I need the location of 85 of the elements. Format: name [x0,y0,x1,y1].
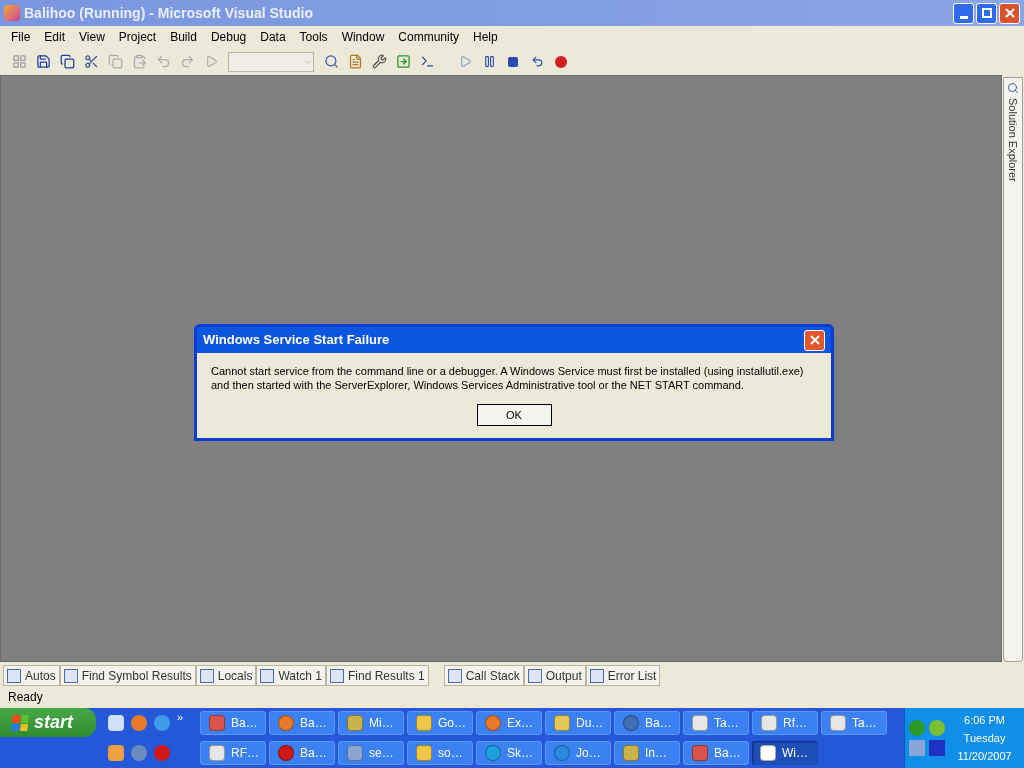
program-icon [347,715,363,731]
search-icon [1007,82,1019,94]
program-icon [623,745,639,761]
program-icon [485,715,501,731]
clock-date: 11/20/2007 [957,749,1012,764]
program-icon [623,715,639,731]
taskbar-button[interactable]: Ba… [683,741,749,765]
windows-flag-icon [11,714,29,731]
taskbar-button[interactable]: RF… [200,741,266,765]
program-icon [416,715,432,731]
taskbar-button[interactable]: Ba… [269,741,335,765]
program-icon [278,715,294,731]
tool-window-tab[interactable]: Output [523,665,586,686]
program-icon [760,745,776,761]
taskbar-button[interactable]: so… [407,741,473,765]
menu-item[interactable]: Data [253,28,293,46]
menu-item[interactable]: Help [466,28,505,46]
program-icon [209,715,225,731]
clock-time: 6:06 PM [964,713,1005,728]
program-icon [416,745,432,761]
chevron-button[interactable]: » [177,708,184,726]
quick-launch-icon[interactable] [131,715,147,731]
tool-window-tab[interactable]: Find Symbol Results [59,665,196,686]
taskbar-button[interactable]: Ba… [200,711,266,735]
quick-launch-icon[interactable] [154,715,170,731]
taskbar-button[interactable]: Rf… [752,711,818,735]
taskbar-button[interactable]: Ba… [269,711,335,735]
close-icon [1004,8,1015,18]
tray-icon[interactable] [929,720,945,736]
menu-item[interactable]: Community [391,28,466,46]
program-icon [692,745,708,761]
taskbar-button[interactable]: In… [614,741,680,765]
start-button[interactable]: start [0,708,96,737]
taskbar-button[interactable]: Mi… [338,711,404,735]
taskbar-button[interactable]: Ta… [821,711,887,735]
taskbar-button[interactable]: Du… [545,711,611,735]
program-icon [761,715,777,731]
ok-button[interactable]: OK [476,404,552,426]
restore-button[interactable] [976,2,997,24]
tool-window-tab[interactable]: Autos [3,665,60,686]
quick-launch-icon[interactable] [108,745,124,761]
app-icon [4,5,20,21]
clock-day: Tuesday [963,729,1006,747]
taskbar-button[interactable]: Ba… [614,711,680,735]
status-text: Ready [8,689,43,706]
tool-window-tab[interactable]: Call Stack [443,665,524,686]
minimize-button[interactable] [953,2,974,24]
menu-item[interactable]: Debug [203,28,254,46]
menu-item[interactable]: Tools [292,28,335,46]
program-icon [347,745,363,761]
tool-window-tab[interactable]: Locals [195,665,257,686]
menu-item[interactable]: Build [163,28,204,46]
taskbar-button[interactable]: se… [338,741,404,765]
menu-item[interactable]: Window [334,28,392,46]
taskbar-button[interactable]: Go… [407,711,473,735]
tool-window-tab[interactable]: Watch 1 [256,665,326,686]
solution-explorer-tab[interactable]: Solution Explorer [1003,77,1023,662]
menu-item[interactable]: File [4,28,38,46]
program-icon [692,715,708,731]
tool-window-tab[interactable]: Find Results 1 [326,665,429,686]
taskbar-button[interactable]: Sk… [476,741,542,765]
config-dropdown[interactable] [228,51,314,72]
quick-launch-icon[interactable] [154,745,170,761]
program-icon [209,745,225,761]
taskbar-button[interactable]: Ta… [683,711,749,735]
menu-item[interactable]: Edit [37,28,73,46]
window-title: Balihoo (Running) - Microsoft Visual Studio [24,3,314,23]
program-icon [554,715,570,731]
close-icon [809,335,820,345]
tool-window-tab[interactable]: Error List [585,665,661,686]
program-icon [485,745,501,761]
dialog-message: Cannot start service from the command line or a debugger. A Windows Service must first be installed (using installutil.exe) and then started with the ServerExplorer, Windows Services Administrative tool or the NET START command. [210,364,805,392]
program-icon [554,745,570,761]
menu-item[interactable]: Project [111,28,164,46]
taskbar-button[interactable]: Ex… [476,711,542,735]
program-icon [278,745,294,761]
close-button[interactable] [804,329,825,351]
menu-item[interactable]: View [72,28,112,46]
taskbar-button[interactable]: Jo… [545,741,611,765]
program-icon [830,715,846,731]
dialog-title: Windows Service Start Failure [203,331,390,350]
quick-launch-icon[interactable] [131,745,147,761]
taskbar-button[interactable]: Wi… [752,741,818,765]
quick-launch-icon[interactable] [108,715,124,731]
close-button[interactable] [999,2,1020,24]
